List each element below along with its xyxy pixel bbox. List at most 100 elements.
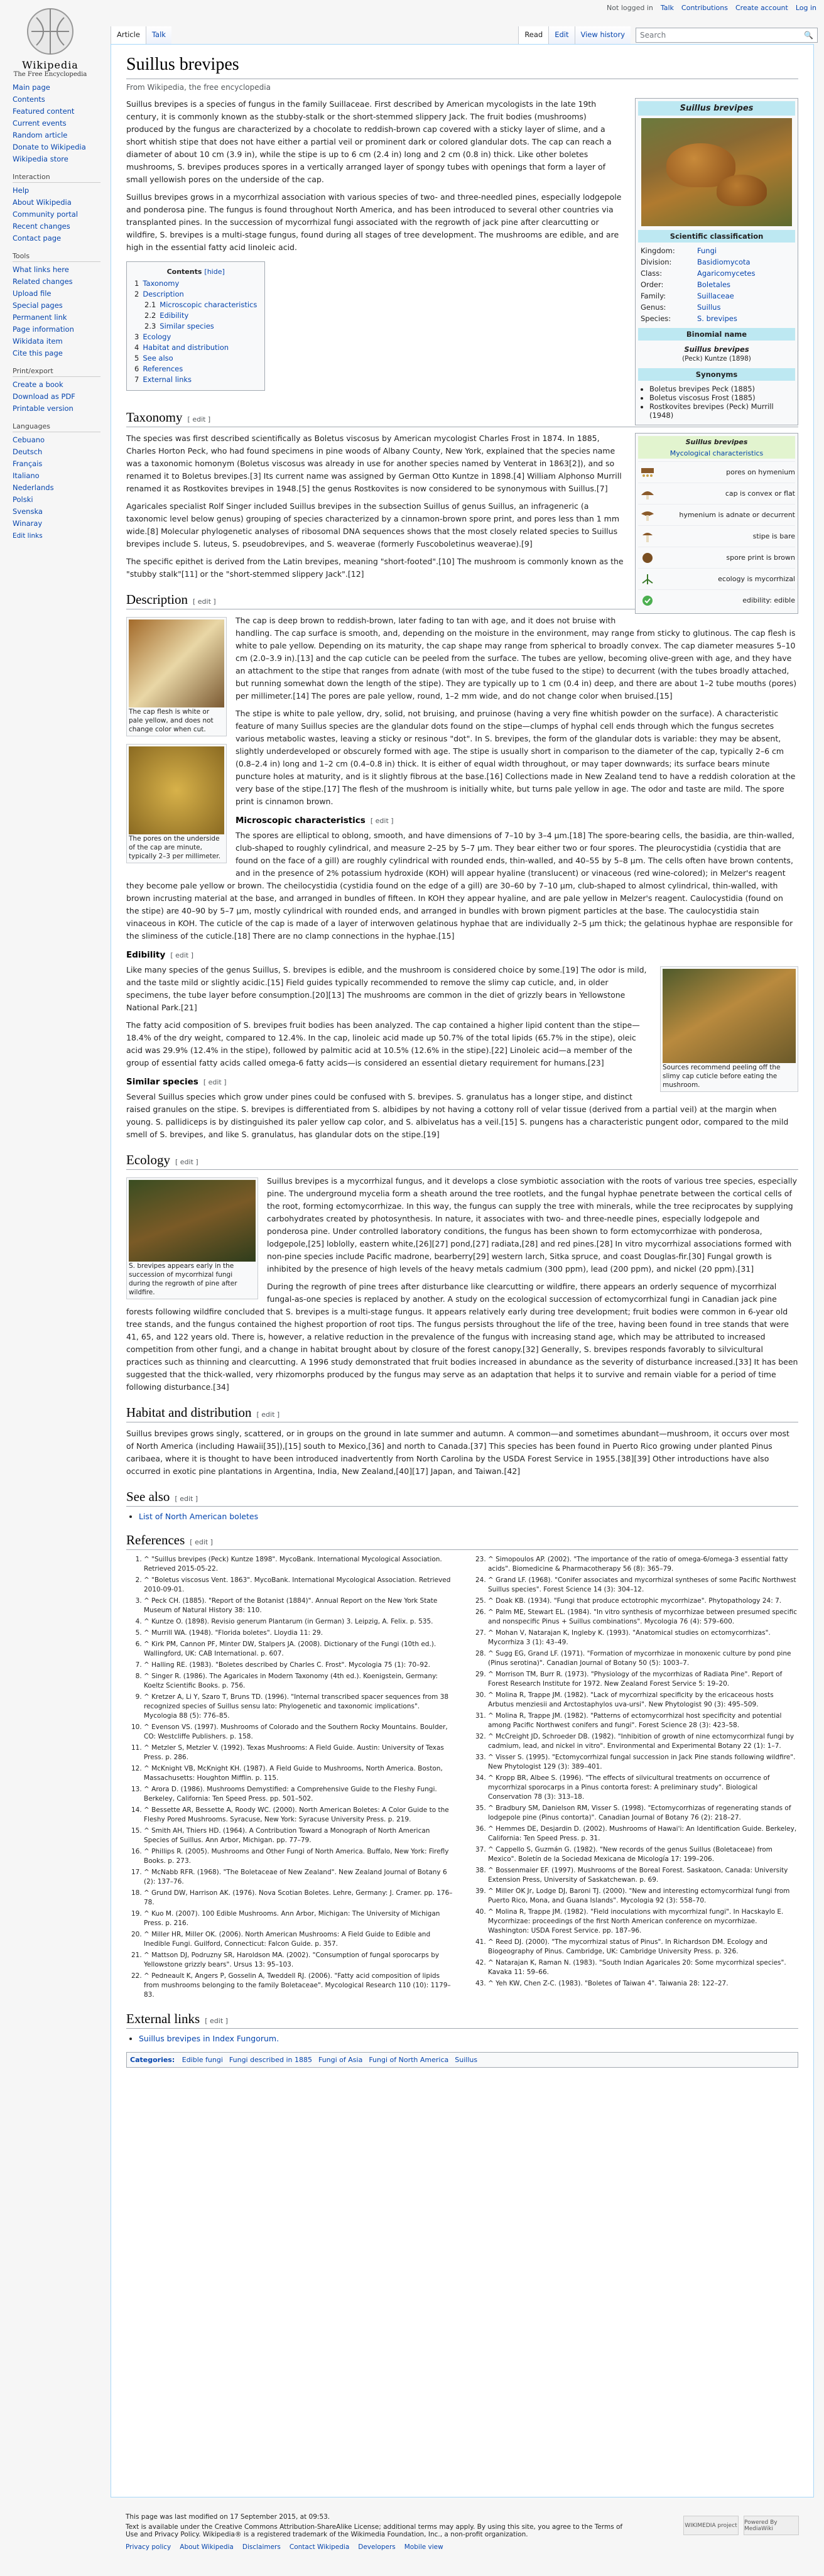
edit-section-link[interactable]: [ edit ] <box>175 1495 198 1503</box>
see-also-link[interactable]: List of North American boletes <box>139 1512 258 1521</box>
category-link[interactable]: Fungi of North America <box>369 2056 448 2064</box>
toc-label[interactable]: Taxonomy <box>143 279 179 288</box>
sidebar-item-print-link[interactable]: Download as PDF <box>13 392 75 401</box>
sidebar-item-tools-link[interactable]: Permanent link <box>13 313 67 322</box>
infobox-mushroom-image[interactable] <box>641 118 792 227</box>
category-link[interactable]: Edible fungi <box>182 2056 223 2064</box>
sidebar-item-nav-link[interactable]: Contents <box>13 95 45 104</box>
edit-links-link[interactable]: Edit links <box>13 532 111 540</box>
footer-link[interactable]: Developers <box>358 2543 395 2551</box>
myco-subtitle[interactable]: Mycological characteristics <box>638 448 795 459</box>
sidebar-item-tools-link[interactable]: What links here <box>13 265 69 274</box>
toc-item[interactable]: 2.1 Microscopic characteristics <box>134 300 257 310</box>
peeled-mushroom-image[interactable] <box>663 969 796 1064</box>
sidebar-item-interaction-3[interactable]: Recent changes <box>13 221 111 232</box>
edit-section-link[interactable]: [ edit ] <box>175 1158 198 1166</box>
sidebar-item-language-6[interactable]: Svenska <box>13 506 111 518</box>
sidebar-item-tools-3[interactable]: Special pages <box>13 300 111 312</box>
sidebar-item-language-link[interactable]: Cebuano <box>13 435 45 444</box>
taxobox-value[interactable]: Boletales <box>697 280 793 289</box>
sidebar-item-language-link[interactable]: Français <box>13 459 42 468</box>
sidebar-item-print-1[interactable]: Download as PDF <box>13 391 111 403</box>
taxobox-value[interactable]: Fungi <box>697 246 793 255</box>
sidebar-item-interaction-4[interactable]: Contact page <box>13 232 111 244</box>
sidebar-item-language-1[interactable]: Deutsch <box>13 446 111 458</box>
toc-label[interactable]: External links <box>143 375 192 384</box>
sidebar-item-nav-1[interactable]: Contents <box>13 94 111 106</box>
tab-edit[interactable]: Edit <box>548 26 575 44</box>
personal-link-contributions[interactable]: Contributions <box>681 4 728 12</box>
sidebar-item-language-5[interactable]: Polski <box>13 494 111 506</box>
sidebar-item-language-4[interactable]: Nederlands <box>13 482 111 494</box>
sidebar-item-language-link[interactable]: Nederlands <box>13 483 54 492</box>
sidebar-item-print-2[interactable]: Printable version <box>13 403 111 415</box>
taxobox-value[interactable]: Suillus <box>697 303 793 312</box>
edit-section-link[interactable]: [ edit ] <box>188 415 211 423</box>
edit-section-link[interactable]: [ edit ] <box>190 1538 213 1546</box>
toc-item[interactable]: 5 See also <box>134 353 257 364</box>
sidebar-item-nav-link[interactable]: Random article <box>13 131 67 139</box>
edit-section-link[interactable]: [ edit ] <box>193 598 216 606</box>
sidebar-item-tools-5[interactable]: Page information <box>13 324 111 336</box>
toc-label[interactable]: Ecology <box>143 332 171 341</box>
toc-label[interactable]: Similar species <box>160 322 214 330</box>
sidebar-item-language-2[interactable]: Français <box>13 458 111 470</box>
sidebar-item-tools-7[interactable]: Cite this page <box>13 347 111 359</box>
sidebar-item-interaction-0[interactable]: Help <box>13 185 111 197</box>
sidebar-item-language-3[interactable]: Italiano <box>13 470 111 482</box>
tab-read[interactable]: Read <box>518 26 549 44</box>
toc-item[interactable]: 2 Description <box>134 289 257 300</box>
sidebar-item-language-link[interactable]: Deutsch <box>13 447 42 456</box>
sidebar-item-tools-link[interactable]: Upload file <box>13 289 51 298</box>
toc-label[interactable]: See also <box>143 354 173 363</box>
sidebar-item-nav-6[interactable]: Wikipedia store <box>13 153 111 165</box>
sidebar-item-nav-link[interactable]: Wikipedia store <box>13 155 68 163</box>
sidebar-item-tools-link[interactable]: Special pages <box>13 301 63 310</box>
toc-item[interactable]: 2.3 Similar species <box>134 321 257 332</box>
sidebar-item-tools-link[interactable]: Wikidata item <box>13 337 63 346</box>
tab-article[interactable]: Article <box>111 26 146 44</box>
edit-section-link[interactable]: [ edit ] <box>256 1411 279 1419</box>
sidebar-item-language-link[interactable]: Italiano <box>13 471 40 480</box>
toc-item[interactable]: 6 References <box>134 364 257 374</box>
sidebar-item-print-link[interactable]: Printable version <box>13 404 73 413</box>
sidebar-item-nav-link[interactable]: Donate to Wikipedia <box>13 143 86 151</box>
toc-item[interactable]: 2.2 Edibility <box>134 310 257 321</box>
footer-link[interactable]: About Wikipedia <box>180 2543 234 2551</box>
sidebar-item-print-0[interactable]: Create a book <box>13 379 111 391</box>
sidebar-item-language-7[interactable]: Winaray <box>13 518 111 530</box>
taxobox-value[interactable]: S. brevipes <box>697 314 793 323</box>
toc-item[interactable]: 7 External links <box>134 374 257 385</box>
footer-link[interactable]: Mobile view <box>404 2543 443 2551</box>
toc-label[interactable]: References <box>143 364 183 373</box>
sidebar-item-interaction-1[interactable]: About Wikipedia <box>13 197 111 209</box>
edit-section-link[interactable]: [ edit ] <box>170 951 193 959</box>
sidebar-item-nav-link[interactable]: Main page <box>13 83 50 92</box>
sidebar-item-tools-0[interactable]: What links here <box>13 264 111 276</box>
personal-link-login[interactable]: Log in <box>796 4 816 12</box>
external-link[interactable]: Suillus brevipes in Index Fungorum. <box>139 2034 279 2043</box>
sidebar-item-nav-link[interactable]: Featured content <box>13 107 74 116</box>
toc-item[interactable]: 3 Ecology <box>134 332 257 342</box>
search-icon[interactable]: 🔍 <box>804 31 813 40</box>
sidebar-item-interaction-link[interactable]: Community portal <box>13 210 78 219</box>
wikimedia-badge[interactable]: WIKIMEDIA project <box>683 2516 739 2535</box>
footer-link[interactable]: Contact Wikipedia <box>290 2543 349 2551</box>
personal-link-create-account[interactable]: Create account <box>735 4 788 12</box>
taxobox-value[interactable]: Basidiomycota <box>697 258 793 266</box>
sidebar-item-nav-5[interactable]: Donate to Wikipedia <box>13 141 111 153</box>
succession-image[interactable] <box>129 1180 256 1262</box>
sidebar-item-language-0[interactable]: Cebuano <box>13 434 111 446</box>
taxobox-value[interactable]: Suillaceae <box>697 292 793 300</box>
sidebar-item-language-link[interactable]: Winaray <box>13 519 42 528</box>
sidebar-item-nav-2[interactable]: Featured content <box>13 106 111 117</box>
sidebar-item-tools-link[interactable]: Cite this page <box>13 349 63 357</box>
sidebar-item-tools-4[interactable]: Permanent link <box>13 312 111 324</box>
edit-section-link[interactable]: [ edit ] <box>203 1078 227 1086</box>
pores-image[interactable] <box>129 746 224 835</box>
sidebar-item-interaction-2[interactable]: Community portal <box>13 209 111 221</box>
sidebar-item-nav-4[interactable]: Random article <box>13 129 111 141</box>
tab-view-history[interactable]: View history <box>574 26 631 44</box>
edit-section-link[interactable]: [ edit ] <box>205 2017 228 2025</box>
taxobox-value[interactable]: Agaricomycetes <box>697 269 793 278</box>
